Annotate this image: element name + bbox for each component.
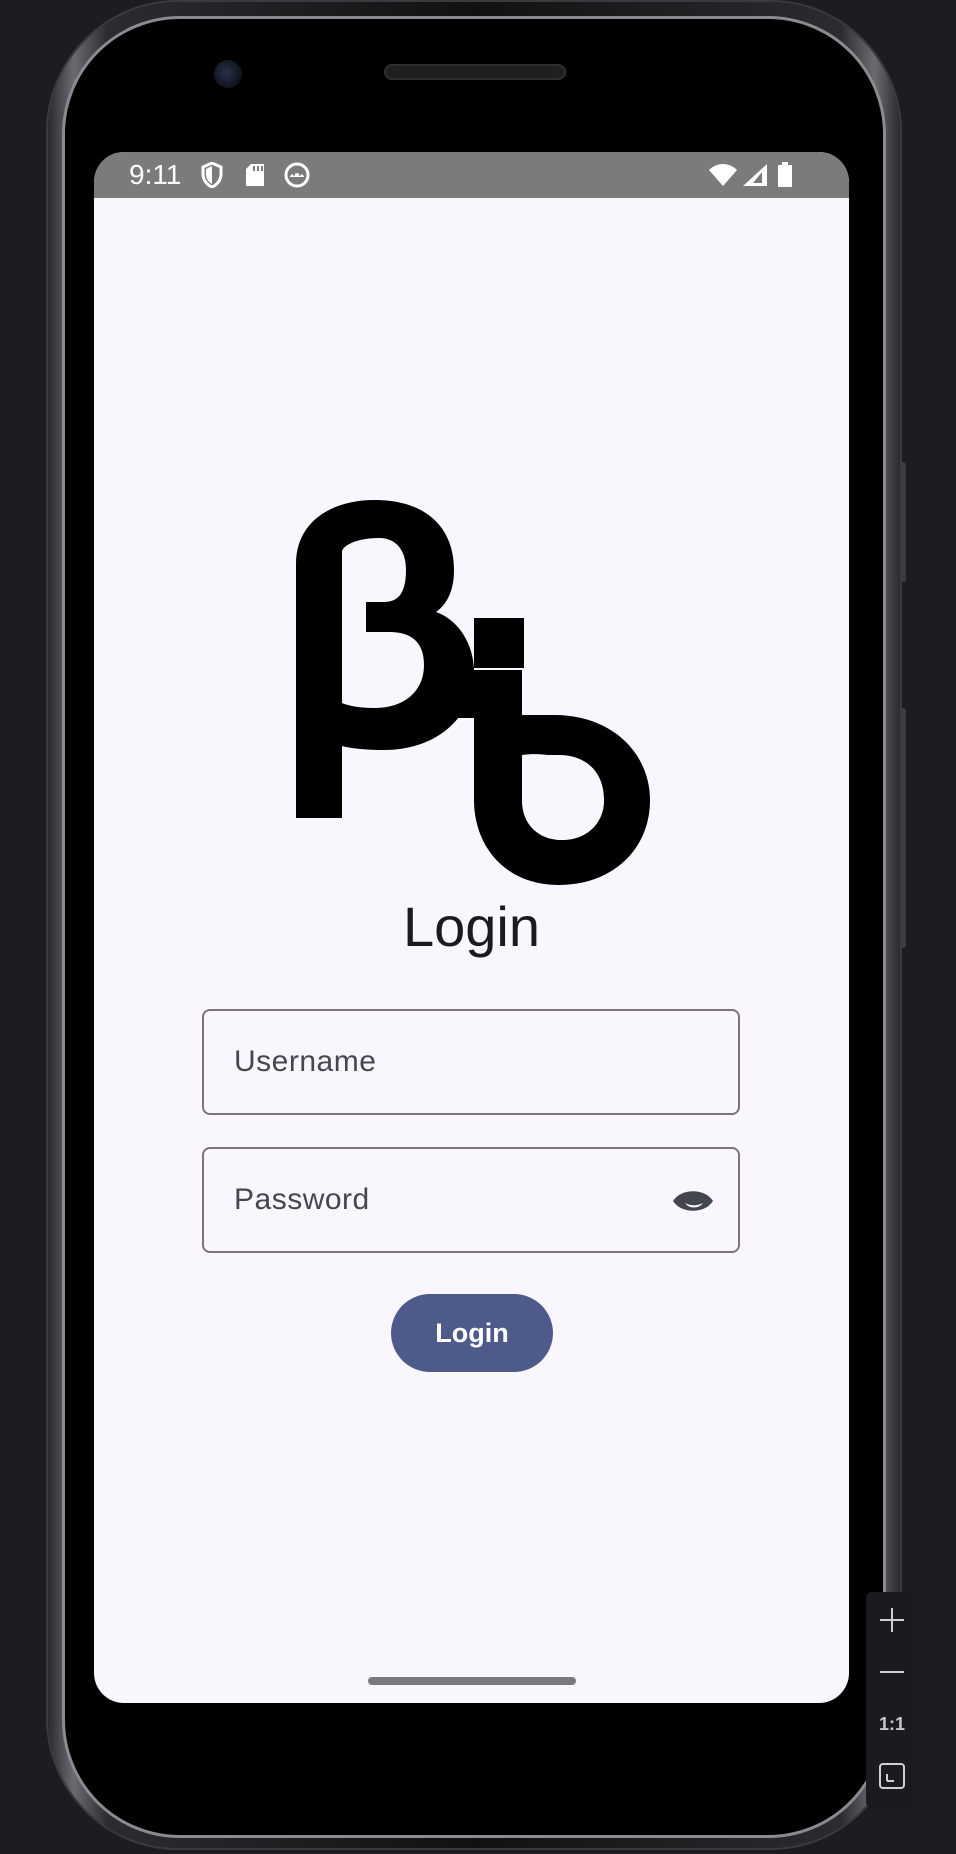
battery-icon xyxy=(776,162,794,188)
username-placeholder: Username xyxy=(234,1045,377,1078)
minus-icon[interactable] xyxy=(866,1650,918,1694)
app-logo xyxy=(294,500,664,890)
front-camera xyxy=(214,60,242,88)
plus-icon[interactable] xyxy=(866,1598,918,1642)
eye-icon[interactable] xyxy=(670,1179,716,1223)
shield-icon xyxy=(199,162,225,188)
login-button[interactable]: Login xyxy=(391,1294,553,1372)
username-field[interactable]: Username xyxy=(202,1009,740,1115)
emulator-stage: 9:11 Login Username Password Login 1:1 xyxy=(0,0,956,1854)
page-title: Login xyxy=(402,895,541,958)
password-field[interactable]: Password xyxy=(202,1147,740,1253)
actual-size-button[interactable]: 1:1 xyxy=(866,1702,918,1746)
sd-card-icon xyxy=(242,162,268,188)
home-indicator[interactable] xyxy=(368,1677,576,1685)
cellular-signal-icon xyxy=(742,162,768,188)
device-screen: 9:11 Login Username Password Login xyxy=(94,152,849,1703)
volume-button[interactable] xyxy=(900,708,906,948)
password-placeholder: Password xyxy=(234,1183,370,1216)
earpiece-speaker xyxy=(384,64,566,80)
status-time: 9:11 xyxy=(129,159,182,190)
status-bar: 9:11 xyxy=(94,152,849,198)
emulator-toolbar: 1:1 xyxy=(866,1592,918,1808)
wifi-icon xyxy=(708,162,738,188)
power-button[interactable] xyxy=(900,462,906,582)
fit-screen-icon[interactable] xyxy=(866,1754,918,1798)
android-debug-icon xyxy=(284,162,310,188)
